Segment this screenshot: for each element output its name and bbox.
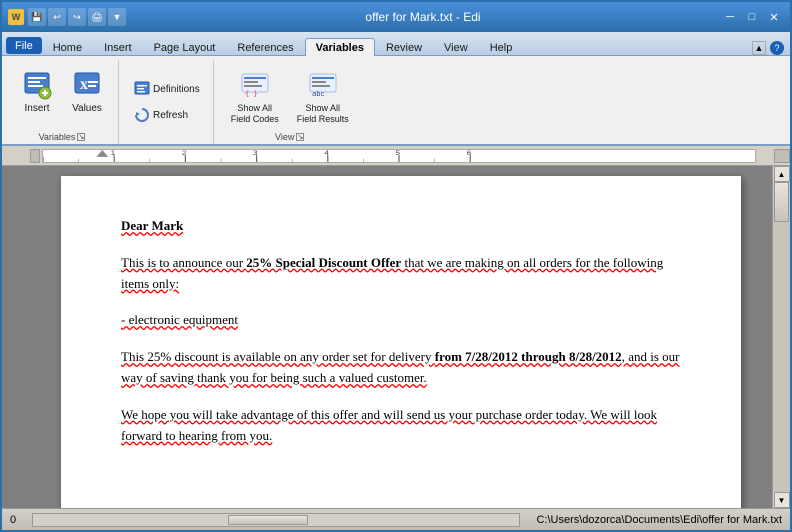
doc-scroll-area[interactable]: Dear Mark This is to announce our 25% Sp… [30,166,772,508]
scroll-thumb[interactable] [774,182,789,222]
tab-view[interactable]: View [433,38,479,56]
tab-file[interactable]: File [6,37,42,54]
svg-text:{ }: { } [245,90,258,98]
scroll-track[interactable] [773,182,790,492]
list-item-text: - electronic equipment [121,312,238,327]
insert-button[interactable]: Insert [14,64,60,119]
hscroll-thumb[interactable] [228,515,308,525]
insert-icon [21,69,53,101]
values-icon: x [71,69,103,101]
window-title: offer for Mark.txt - Edi [126,10,720,24]
refresh-icon [134,107,150,123]
close-button[interactable]: ✕ [764,8,784,26]
page-number: 0 [10,514,16,526]
svg-text:2: 2 [182,150,187,157]
paragraph-discount: This 25% discount is available on any or… [121,347,681,389]
svg-text:3: 3 [253,150,258,157]
discount-text-1: This 25% discount is available on any or… [121,349,435,364]
svg-text:abc: abc [312,90,325,98]
title-bar: W 💾 ↩ ↪ 🖨 ▼ offer for Mark.txt - Edi ─ □… [2,2,790,32]
ribbon-group-content-view: { } Show AllField Codes abc [224,62,356,130]
ribbon-group-variables-main: Insert x Values Variables [6,60,119,144]
values-label: Values [72,103,102,114]
ribbon-group-content-vars-extra: Definitions Refresh [129,62,205,140]
intro-emphasis: 25% Special Discount Offer [246,255,401,270]
title-bar-left: W 💾 ↩ ↪ 🖨 ▼ [8,8,126,26]
greeting-text: Dear Mark [121,218,183,233]
ribbon-collapse-btn[interactable]: ▲ [752,41,766,55]
tab-insert[interactable]: Insert [93,38,143,56]
tab-page-layout[interactable]: Page Layout [143,38,227,56]
insert-label: Insert [24,103,49,114]
tab-references[interactable]: References [226,38,304,56]
scroll-down-arrow[interactable]: ▼ [774,492,790,508]
window-controls: ─ □ ✕ [720,8,784,26]
ruler-track: 1 2 3 4 5 6 [42,149,756,163]
status-bar: 0 C:\Users\dozorca\Documents\Edi\offer f… [2,508,790,530]
paragraph-list: - electronic equipment [121,310,681,331]
variables-group-arrow[interactable]: ↘ [77,133,85,141]
ribbon-group-view: { } Show AllField Codes abc [216,60,364,144]
ribbon-group-variables-extra: Definitions Refresh [121,60,214,144]
closing-text: We hope you will take advantage of this … [121,407,657,443]
minimize-button[interactable]: ─ [720,8,740,26]
show-all-field-codes-label: Show AllField Codes [231,103,279,125]
show-field-results-label: Show AllField Results [297,103,349,125]
file-path: C:\Users\dozorca\Documents\Edi\offer for… [536,514,782,526]
doc-left-margin [2,166,30,508]
svg-text:1: 1 [111,150,116,157]
tab-help[interactable]: Help [479,38,524,56]
scroll-up-arrow[interactable]: ▲ [774,166,790,182]
ruler-right-margin [774,149,790,163]
document-page: Dear Mark This is to announce our 25% Sp… [61,176,741,508]
print-qs-btn[interactable]: 🖨 [88,8,106,26]
show-field-results-icon: abc [307,69,339,101]
vertical-scrollbar[interactable]: ▲ ▼ [772,166,790,508]
redo-qs-btn[interactable]: ↪ [68,8,86,26]
tab-variables[interactable]: Variables [305,38,375,56]
show-all-field-codes-button[interactable]: { } Show AllField Codes [224,64,286,130]
refresh-label: Refresh [153,110,188,121]
ruler: 1 2 3 4 5 6 [2,146,790,166]
variables-group-label: Variables ↘ [14,130,110,144]
view-group-label: View ↘ [224,130,356,144]
maximize-button[interactable]: □ [742,8,762,26]
definitions-label: Definitions [153,84,200,95]
show-field-results-button[interactable]: abc Show AllField Results [290,64,356,130]
discount-dates: from 7/28/2012 through 8/28/2012 [435,349,622,364]
values-button[interactable]: x Values [64,64,110,119]
svg-text:x: x [80,76,88,93]
ribbon-tab-bar: File Home Insert Page Layout References … [2,32,790,56]
ribbon-group-content-variables: Insert x Values [14,62,110,130]
horizontal-scrollbar[interactable] [32,513,520,527]
refresh-button[interactable]: Refresh [129,104,193,126]
paragraph-intro: This is to announce our 25% Special Disc… [121,253,681,295]
undo-qs-btn[interactable]: ↩ [48,8,66,26]
paragraph-greeting: Dear Mark [121,216,681,237]
tab-home[interactable]: Home [42,38,93,56]
quick-access-toolbar: 💾 ↩ ↪ 🖨 ▼ [28,8,126,26]
ribbon-body: Insert x Values Variables [2,56,790,146]
view-group-arrow[interactable]: ↘ [296,133,304,141]
customize-qs-btn[interactable]: ▼ [108,8,126,26]
app-icon: W [8,9,24,25]
svg-text:6: 6 [467,150,472,157]
intro-text-1: This is to announce our [121,255,246,270]
application-window: W 💾 ↩ ↪ 🖨 ▼ offer for Mark.txt - Edi ─ □… [0,0,792,532]
svg-text:5: 5 [395,150,400,157]
save-qs-btn[interactable]: 💾 [28,8,46,26]
help-icon[interactable]: ? [770,41,784,55]
variables-extra-group-label [129,140,205,144]
document-area: Dear Mark This is to announce our 25% Sp… [2,166,790,508]
ruler-corner [30,149,40,163]
paragraph-closing: We hope you will take advantage of this … [121,405,681,447]
show-all-field-codes-icon: { } [239,69,271,101]
definitions-icon [134,81,150,97]
definitions-button[interactable]: Definitions [129,78,205,100]
tab-review[interactable]: Review [375,38,433,56]
svg-text:4: 4 [324,150,329,157]
